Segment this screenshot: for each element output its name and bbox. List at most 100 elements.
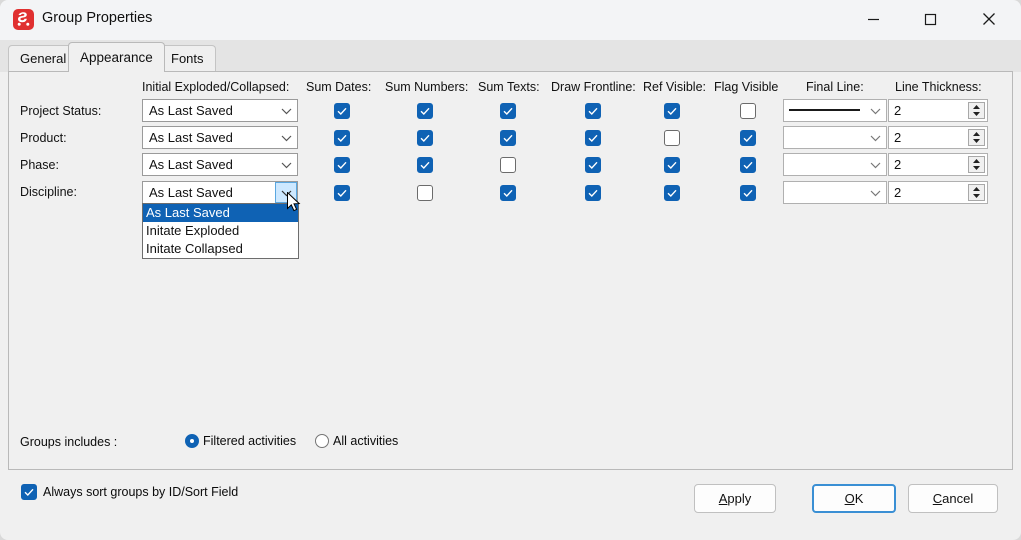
line-thickness-stepper-product[interactable]: 2: [888, 126, 988, 149]
checkbox-sum-texts-phase[interactable]: [500, 157, 516, 173]
column-header-flag-visible: Flag Visible: [714, 80, 779, 94]
radio-indicator[interactable]: [185, 434, 199, 448]
checkbox-sum-dates-discipline[interactable]: [334, 185, 350, 201]
close-icon[interactable]: [960, 0, 1017, 38]
checkbox-ref-visible-discipline[interactable]: [664, 185, 680, 201]
checkbox-sum-numbers-phase[interactable]: [417, 157, 433, 173]
checkbox-ref-visible-product[interactable]: [664, 130, 680, 146]
radio-label: All activities: [333, 434, 399, 448]
line-thickness-stepper-project-status[interactable]: 2: [888, 99, 988, 122]
final-line-combo-project-status[interactable]: [783, 99, 887, 122]
column-header-line-thickness: Line Thickness:: [895, 80, 982, 94]
ok-mnemonic: O: [844, 491, 855, 506]
maximize-icon[interactable]: [902, 0, 959, 38]
radio-all-activities[interactable]: All activities: [315, 434, 398, 448]
column-header-initial-state: Initial Exploded/Collapsed:: [142, 80, 290, 94]
row-label-product: Product:: [20, 131, 67, 145]
checkbox-draw-frontline-product[interactable]: [585, 130, 601, 146]
chevron-down-icon[interactable]: [864, 182, 886, 203]
final-line-combo-product[interactable]: [783, 126, 887, 149]
dropdown-option-initate-exploded[interactable]: Initate Exploded: [143, 222, 298, 240]
checkbox-sum-texts-discipline[interactable]: [500, 185, 516, 201]
cancel-mnemonic: C: [932, 491, 943, 506]
radio-filtered-activities[interactable]: Filtered activities: [185, 434, 296, 448]
dropdown-option-as-last-saved[interactable]: As Last Saved: [143, 204, 298, 222]
dialog-window: Group Properties General Appearance Font…: [0, 0, 1021, 540]
checkbox-draw-frontline-phase[interactable]: [585, 157, 601, 173]
initial-state-dropdown-list[interactable]: As Last Saved Initate Exploded Initate C…: [142, 203, 299, 259]
row-label-discipline: Discipline:: [20, 185, 77, 199]
final-line-combo-phase[interactable]: [783, 153, 887, 176]
radio-indicator[interactable]: [315, 434, 329, 448]
line-thickness-stepper-discipline[interactable]: 2: [888, 181, 988, 204]
column-header-ref-visible: Ref Visible:: [643, 80, 706, 94]
stepper-value: 2: [894, 157, 902, 172]
final-line-combo-discipline[interactable]: [783, 181, 887, 204]
stepper-arrows-icon[interactable]: [968, 156, 985, 173]
checkbox-draw-frontline-discipline[interactable]: [585, 185, 601, 201]
tab-fonts[interactable]: Fonts: [159, 45, 216, 72]
checkbox-sum-texts-project-status[interactable]: [500, 103, 516, 119]
chevron-down-icon[interactable]: [864, 154, 886, 175]
stepper-value: 2: [894, 130, 902, 145]
checkbox-draw-frontline-project-status[interactable]: [585, 103, 601, 119]
checkbox-sum-dates-product[interactable]: [334, 130, 350, 146]
always-sort-label: Always sort groups by ID/Sort Field: [43, 485, 239, 499]
column-header-sum-dates: Sum Dates:: [306, 80, 372, 94]
tab-strip: General Appearance Fonts: [0, 40, 1021, 72]
cancel-label-rest: ancel: [942, 491, 974, 506]
tab-appearance[interactable]: Appearance: [68, 42, 165, 72]
stepper-arrows-icon[interactable]: [968, 129, 985, 146]
checkbox-ref-visible-project-status[interactable]: [664, 103, 680, 119]
chevron-down-icon[interactable]: [275, 127, 297, 148]
initial-state-combo-phase[interactable]: As Last Saved: [142, 153, 298, 176]
apply-label-rest: pply: [727, 491, 752, 506]
column-header-sum-numbers: Sum Numbers:: [385, 80, 469, 94]
checkbox-always-sort[interactable]: [21, 484, 37, 500]
stepper-value: 2: [894, 103, 902, 118]
minimize-icon[interactable]: [845, 0, 902, 38]
checkbox-flag-visible-project-status[interactable]: [740, 103, 756, 119]
row-label-phase: Phase:: [20, 158, 59, 172]
chevron-down-icon[interactable]: [275, 182, 297, 203]
chevron-down-icon[interactable]: [275, 154, 297, 175]
checkbox-sum-dates-project-status[interactable]: [334, 103, 350, 119]
checkbox-flag-visible-product[interactable]: [740, 130, 756, 146]
checkbox-flag-visible-discipline[interactable]: [740, 185, 756, 201]
window-title: Group Properties: [42, 10, 153, 26]
line-thickness-stepper-phase[interactable]: 2: [888, 153, 988, 176]
checkbox-sum-numbers-product[interactable]: [417, 130, 433, 146]
ok-button[interactable]: OK: [812, 484, 896, 513]
groups-includes-label: Groups includes :: [20, 435, 118, 449]
cancel-button[interactable]: Cancel: [908, 484, 998, 513]
column-header-final-line: Final Line:: [806, 80, 864, 94]
checkbox-sum-numbers-project-status[interactable]: [417, 103, 433, 119]
combo-value: As Last Saved: [149, 130, 233, 145]
initial-state-combo-project-status[interactable]: As Last Saved: [142, 99, 298, 122]
radio-label: Filtered activities: [203, 434, 297, 448]
combo-value: As Last Saved: [149, 103, 233, 118]
chevron-down-icon[interactable]: [864, 100, 886, 121]
checkbox-sum-texts-product[interactable]: [500, 130, 516, 146]
stepper-arrows-icon[interactable]: [968, 184, 985, 201]
chevron-down-icon[interactable]: [864, 127, 886, 148]
checkbox-ref-visible-phase[interactable]: [664, 157, 680, 173]
ok-label-rest: K: [854, 491, 864, 506]
checkbox-sum-numbers-discipline[interactable]: [417, 185, 433, 201]
checkbox-sum-dates-phase[interactable]: [334, 157, 350, 173]
chevron-down-icon[interactable]: [275, 100, 297, 121]
stepper-arrows-icon[interactable]: [968, 102, 985, 119]
app-logo-icon: [13, 9, 34, 30]
column-header-draw-frontline: Draw Frontline:: [551, 80, 636, 94]
initial-state-combo-product[interactable]: As Last Saved: [142, 126, 298, 149]
dropdown-option-initate-collapsed[interactable]: Initate Collapsed: [143, 240, 298, 258]
apply-button[interactable]: Apply: [694, 484, 776, 513]
always-sort-checkbox-row[interactable]: Always sort groups by ID/Sort Field: [21, 484, 238, 500]
line-style-sample: [789, 109, 860, 111]
combo-value: As Last Saved: [149, 185, 233, 200]
row-label-project-status: Project Status:: [20, 104, 102, 118]
initial-state-combo-discipline[interactable]: As Last Saved: [142, 181, 298, 204]
checkbox-flag-visible-phase[interactable]: [740, 157, 756, 173]
column-header-sum-texts: Sum Texts:: [478, 80, 540, 94]
title-bar: Group Properties: [0, 0, 1021, 40]
